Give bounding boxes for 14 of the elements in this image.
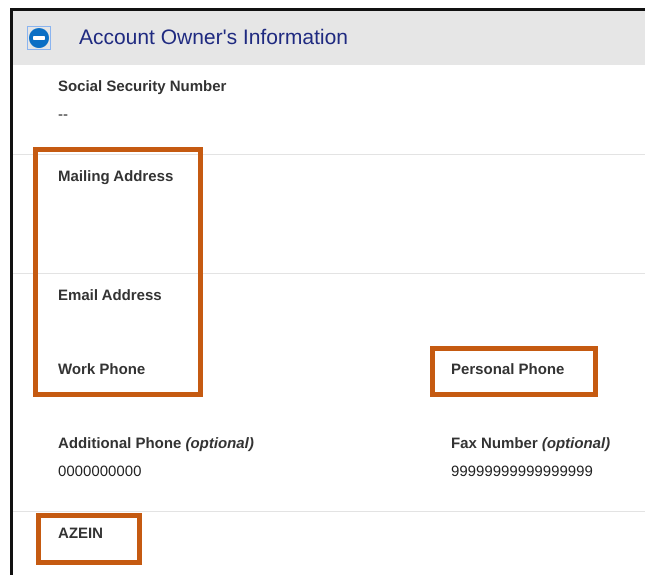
panel-title: Account Owner's Information <box>79 26 348 50</box>
field-label: Fax Number (optional) <box>451 434 612 454</box>
field-value: 0000000000 <box>58 462 142 482</box>
field-label: Work Phone <box>58 360 146 380</box>
field-label: Additional Phone (optional) <box>58 434 255 454</box>
field-label: Mailing Address <box>58 167 174 187</box>
field-label: Personal Phone <box>451 360 566 380</box>
minus-icon <box>29 28 49 48</box>
field-label: AZEIN <box>58 524 104 544</box>
field-value: -- <box>58 105 69 125</box>
field-value: 99999999999999999 <box>451 462 594 482</box>
collapse-button[interactable] <box>27 26 51 50</box>
field-label: Social Security Number <box>58 77 228 97</box>
field-label: Email Address <box>58 286 163 306</box>
